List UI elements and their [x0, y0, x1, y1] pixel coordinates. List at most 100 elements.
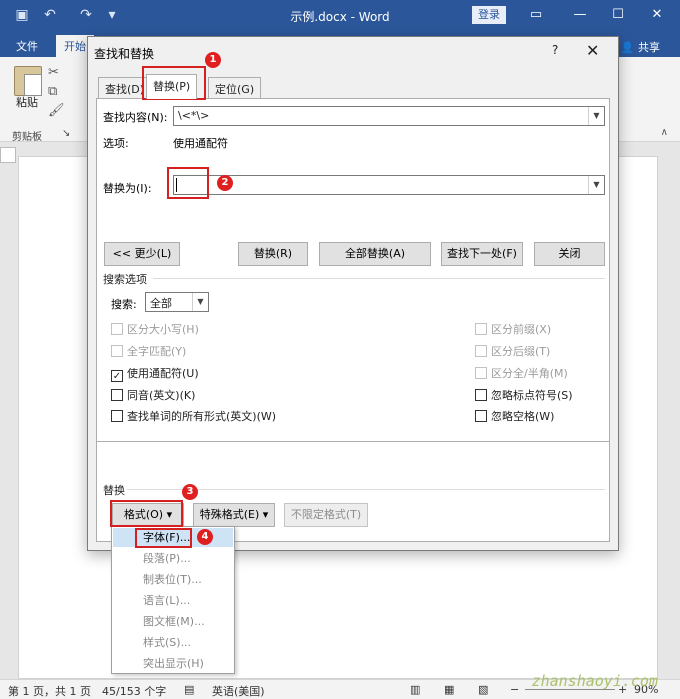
chevron-down-icon[interactable]: ▼ — [192, 293, 208, 311]
match-suffix-checkbox[interactable]: 区分后缀(T) — [475, 343, 550, 359]
find-what-label: 查找内容(N): — [103, 111, 168, 124]
highlight-format-button — [110, 500, 183, 527]
format-painter-icon[interactable]: 🖌 — [48, 103, 65, 118]
search-direction-label: 搜索: — [111, 298, 137, 311]
share-label: 共享 — [638, 41, 660, 54]
close-icon[interactable]: ✕ — [645, 4, 669, 26]
options-value: 使用通配符 — [173, 137, 228, 150]
language-status[interactable]: 英语(美国) — [212, 683, 265, 699]
ribbon-display-icon[interactable]: ▭ — [524, 4, 548, 26]
find-next-button[interactable]: 查找下一处(F) — [441, 242, 523, 266]
checkbox-label: 同音(英文)(K) — [127, 389, 196, 402]
menu-item-language[interactable]: 语言(L)... — [113, 591, 233, 610]
divider — [127, 489, 605, 490]
search-direction-value: 全部 — [150, 297, 172, 310]
dialog-close-icon[interactable]: ✕ — [586, 41, 599, 60]
checkbox-box — [111, 389, 123, 401]
replace-panel: 查找内容(N): \<*\> ▼ 选项: 使用通配符 替换为(I): ▼ << … — [96, 98, 610, 442]
checkbox-label: 忽略空格(W) — [491, 410, 555, 423]
paste-button[interactable]: 粘贴 — [16, 94, 38, 110]
whole-word-checkbox[interactable]: 全字匹配(Y) — [111, 343, 186, 359]
less-button[interactable]: << 更少(L) — [104, 242, 180, 266]
checkbox-label: 区分全/半角(M) — [491, 367, 568, 380]
paste-icon[interactable] — [14, 66, 42, 96]
clipboard-group-label: 剪贴板 — [12, 132, 42, 143]
title-bar: ▣ ↶ ↷ ▾ 示例.docx - Word 登录 ▭ — ☐ ✕ — [0, 0, 680, 32]
checkbox-box — [111, 323, 123, 335]
checkbox-box — [475, 345, 487, 357]
menu-item-paragraph[interactable]: 段落(P)... — [113, 549, 233, 568]
checkbox-box — [475, 367, 487, 379]
zoom-out-icon[interactable]: − — [510, 683, 519, 696]
checkbox-box — [475, 323, 487, 335]
read-mode-icon[interactable]: ▥ — [410, 683, 420, 696]
dialog-title: 查找和替换 — [94, 47, 155, 61]
chevron-down-icon[interactable]: ▼ — [588, 176, 604, 194]
dropdown-arrow-icon: ▾ — [262, 508, 269, 521]
search-direction-select[interactable]: 全部 ▼ — [145, 292, 209, 312]
step-badge-3: 3 — [182, 484, 198, 500]
checkbox-box — [111, 410, 123, 422]
checkbox-box — [111, 345, 123, 357]
step-badge-1: 1 — [205, 52, 221, 68]
chevron-down-icon[interactable]: ▼ — [588, 107, 604, 125]
no-formatting-button[interactable]: 不限定格式(T) — [284, 503, 368, 527]
maximize-icon[interactable]: ☐ — [606, 4, 630, 26]
checkbox-label: 忽略标点符号(S) — [491, 389, 573, 402]
find-what-input[interactable]: \<*\> ▼ — [173, 106, 605, 126]
cut-icon[interactable]: ✂ — [48, 65, 59, 80]
proofing-icon[interactable]: ▤ — [184, 683, 194, 696]
match-width-checkbox[interactable]: 区分全/半角(M) — [475, 365, 568, 381]
minimize-icon[interactable]: — — [568, 4, 592, 26]
replace-with-input[interactable]: ▼ — [173, 175, 605, 195]
page-count[interactable]: 第 1 页，共 1 页 — [8, 683, 91, 699]
print-layout-icon[interactable]: ▦ — [444, 683, 454, 696]
login-button[interactable]: 登录 — [472, 6, 506, 24]
format-menu: 字体(F)... 段落(P)... 制表位(T)... 语言(L)... 图文框… — [111, 526, 235, 674]
match-case-checkbox[interactable]: 区分大小写(H) — [111, 321, 199, 337]
menu-item-style[interactable]: 样式(S)... — [113, 633, 233, 652]
ruler-toggle[interactable] — [0, 147, 16, 163]
person-icon: 👤 — [620, 41, 635, 54]
highlight-replace-input — [167, 167, 209, 199]
web-layout-icon[interactable]: ▧ — [478, 683, 488, 696]
all-word-forms-checkbox[interactable]: 查找单词的所有形式(英文)(W) — [111, 408, 276, 424]
search-options-title: 搜索选项 — [103, 273, 147, 286]
replace-all-button[interactable]: 全部替换(A) — [319, 242, 431, 266]
tab-file[interactable]: 文件 — [16, 38, 38, 54]
share-button[interactable]: 👤 共享 — [621, 39, 660, 55]
tab-replace[interactable]: 替换(P) — [146, 74, 198, 99]
sounds-like-checkbox[interactable]: 同音(英文)(K) — [111, 387, 195, 403]
tab-goto[interactable]: 定位(G) — [208, 77, 262, 98]
checkbox-label: 区分大小写(H) — [127, 323, 199, 336]
help-icon[interactable]: ? — [552, 43, 568, 57]
menu-item-tabs[interactable]: 制表位(T)... — [113, 570, 233, 589]
checkbox-box — [475, 410, 487, 422]
use-wildcards-checkbox[interactable]: ✓ 使用通配符(U) — [111, 365, 199, 382]
checkbox-label: 区分前缀(X) — [491, 323, 552, 336]
step-badge-2: 2 — [217, 175, 233, 191]
word-count[interactable]: 45/153 个字 — [102, 683, 166, 699]
ignore-punctuation-checkbox[interactable]: 忽略标点符号(S) — [475, 387, 573, 403]
special-button-label: 特殊格式(E) — [199, 508, 260, 521]
find-what-value: \<*\> — [178, 109, 210, 122]
close-button[interactable]: 关闭 — [534, 242, 605, 266]
dialog-launcher-icon[interactable]: ↘ — [62, 128, 70, 139]
replace-button[interactable]: 替换(R) — [238, 242, 308, 266]
checkbox-label: 区分后缀(T) — [491, 345, 551, 358]
collapse-ribbon-icon[interactable]: ∧ — [661, 127, 668, 138]
watermark: zhanshaoyi.com — [531, 672, 658, 690]
replace-with-label: 替换为(I): — [103, 182, 152, 195]
ignore-spaces-checkbox[interactable]: 忽略空格(W) — [475, 408, 554, 424]
menu-item-highlight[interactable]: 突出显示(H) — [113, 654, 233, 673]
copy-icon[interactable]: ⧉ — [48, 84, 57, 99]
checkbox-label: 全字匹配(Y) — [127, 345, 187, 358]
step-badge-4: 4 — [197, 529, 213, 545]
checkbox-label: 查找单词的所有形式(英文)(W) — [127, 410, 277, 423]
match-prefix-checkbox[interactable]: 区分前缀(X) — [475, 321, 551, 337]
divider — [153, 278, 605, 279]
highlight-font-item — [135, 528, 192, 548]
find-replace-dialog: 查找和替换 ? ✕ 查找(D) 替换(P) 定位(G) 查找内容(N): \<*… — [87, 36, 619, 551]
special-button[interactable]: 特殊格式(E) ▾ — [193, 503, 275, 527]
menu-item-frame[interactable]: 图文框(M)... — [113, 612, 233, 631]
